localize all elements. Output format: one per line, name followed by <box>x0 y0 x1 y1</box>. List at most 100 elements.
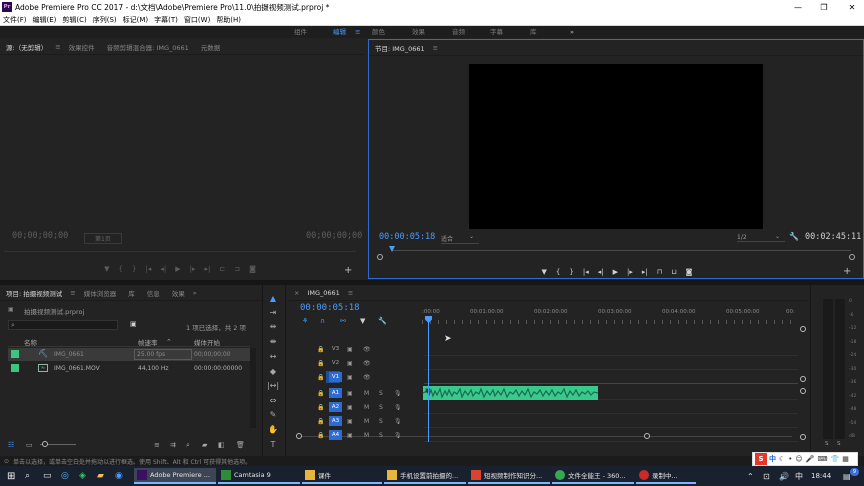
close-button[interactable]: ✕ <box>840 0 864 14</box>
program-play-icon[interactable]: ▶ <box>613 268 618 276</box>
sogou-logo-icon[interactable]: S <box>755 453 767 465</box>
timeline-close-icon[interactable]: × <box>288 289 301 297</box>
go-to-out-icon[interactable]: ▸| <box>204 265 210 273</box>
type-tool-icon[interactable]: T <box>266 438 280 450</box>
mark-in-icon[interactable]: { <box>119 265 123 273</box>
ime-voice-icon[interactable]: 🎤 <box>806 455 815 463</box>
sort-ascending-icon[interactable]: ⌃ <box>166 338 172 346</box>
project-scrollbar[interactable] <box>250 348 256 428</box>
add-button-icon[interactable]: + <box>344 265 352 276</box>
program-step-back-icon[interactable]: ◂| <box>598 268 604 276</box>
column-frame-rate[interactable]: 帧速率 <box>138 337 158 347</box>
selection-tool-icon[interactable]: ▲ <box>266 292 280 304</box>
label-color-swatch[interactable] <box>11 350 19 358</box>
ime-moon-icon[interactable]: ☾ <box>779 455 785 463</box>
pen-tool-icon[interactable]: ✎ <box>266 408 280 420</box>
meter-solo-left-button[interactable]: S <box>825 441 829 447</box>
sync-lock-icon[interactable]: ▣ <box>347 374 353 381</box>
tab-program[interactable]: 节目: IMG_0661 <box>369 43 431 53</box>
lock-icon[interactable]: 🔒 <box>314 360 328 367</box>
browser-icon[interactable]: ◎ <box>58 468 72 484</box>
label-color-swatch[interactable] <box>11 364 19 372</box>
tab-project[interactable]: 项目: 拍摄视频测试 <box>0 288 68 298</box>
eye-icon[interactable]: 👁 <box>363 360 371 367</box>
ime-skin-icon[interactable]: 👕 <box>831 455 840 463</box>
menu-window[interactable]: 窗口(W) <box>181 15 213 25</box>
taskbar-folder-courseware[interactable]: 课件 <box>302 468 382 484</box>
program-mark-out-icon[interactable]: } <box>569 268 573 276</box>
rate-stretch-tool-icon[interactable]: ↔ <box>266 350 280 362</box>
tab-source[interactable]: 源:（无剪辑） <box>0 42 53 52</box>
taskbar-premiere[interactable]: Adobe Premiere ... <box>134 468 216 484</box>
search-taskbar-icon[interactable]: ⌕ <box>22 468 33 484</box>
menu-marker[interactable]: 标记(M) <box>120 15 152 25</box>
zoom-right-handle[interactable] <box>849 254 855 260</box>
new-bin-icon[interactable]: ▰ <box>202 441 207 449</box>
snap-icon[interactable]: ∩ <box>320 317 325 325</box>
new-search-bin-icon[interactable]: ▣ <box>130 320 137 328</box>
microphone-icon[interactable]: 🎙 <box>394 390 402 397</box>
taskbar-recording[interactable]: 录制中... <box>636 468 696 484</box>
app-pinned-icon[interactable]: ◈ <box>76 468 89 484</box>
ime-toolbox-icon[interactable]: ▦ <box>842 455 849 463</box>
minimize-button[interactable]: — <box>786 0 810 14</box>
step-forward-icon[interactable]: |▸ <box>190 265 196 273</box>
track-lane[interactable] <box>424 400 798 414</box>
volume-icon[interactable]: 🔊 <box>776 468 792 484</box>
mute-button[interactable]: M <box>364 432 369 439</box>
tab-effects[interactable]: 效果 <box>166 288 191 298</box>
program-export-frame-icon[interactable]: ◙ <box>686 268 693 276</box>
lock-icon[interactable]: 🔒 <box>314 346 328 353</box>
track-target-v2[interactable]: V2 <box>329 358 342 368</box>
program-mark-in-icon[interactable]: { <box>556 268 560 276</box>
resolution-chevron-icon[interactable]: ⌄ <box>775 233 780 240</box>
tab-media-browser[interactable]: 媒体浏览器 <box>78 288 123 298</box>
track-target-a2[interactable]: A2 <box>329 402 342 412</box>
insert-icon[interactable]: ⊏ <box>219 265 225 273</box>
eye-icon[interactable]: 👁 <box>363 374 371 381</box>
solo-button[interactable]: S <box>379 390 383 397</box>
tab-sequence[interactable]: IMG_0661 <box>301 289 345 297</box>
folder-pinned-icon[interactable]: ▰ <box>94 468 107 484</box>
input-method-icon[interactable]: 中 <box>792 468 806 484</box>
add-marker-icon[interactable]: ▼ <box>360 317 365 325</box>
tab-menu-icon[interactable]: ≡ <box>53 43 62 51</box>
track-target-v1[interactable]: V1 <box>329 372 342 382</box>
tab-overflow-icon[interactable]: » <box>191 289 199 297</box>
workspace-effects[interactable]: 效果 <box>412 26 425 38</box>
clock[interactable]: 18:44 <box>808 468 834 484</box>
project-tab-menu-icon[interactable]: ≡ <box>68 289 77 297</box>
microphone-icon[interactable]: 🎙 <box>394 418 402 425</box>
track-lane[interactable] <box>424 356 798 370</box>
audio-vertical-zoom-handle[interactable] <box>800 388 806 394</box>
rolling-edit-tool-icon[interactable]: ⇼ <box>266 335 280 347</box>
delete-icon[interactable]: 🗑 <box>236 441 245 449</box>
video-vertical-zoom-handle-bottom[interactable] <box>800 376 806 382</box>
lift-icon[interactable]: ⊓ <box>657 268 662 276</box>
timeline-settings-wrench-icon[interactable]: 🔧 <box>378 317 387 325</box>
menu-help[interactable]: 帮助(H) <box>213 15 244 25</box>
workspace-libraries[interactable]: 库 <box>530 26 537 38</box>
go-to-in-icon[interactable]: |◂ <box>145 265 151 273</box>
program-scrubber[interactable] <box>375 246 859 260</box>
timeline-timecode[interactable]: 00:00:05:18 <box>300 303 360 313</box>
ime-keyboard-icon[interactable]: ⌨ <box>817 455 827 463</box>
sync-lock-icon[interactable]: ▣ <box>347 390 353 397</box>
sync-lock-icon[interactable]: ▣ <box>347 346 353 353</box>
start-button-icon[interactable]: ⊞ <box>4 468 18 484</box>
mute-button[interactable]: M <box>364 390 369 397</box>
workspace-editing[interactable]: 编辑 <box>333 26 346 38</box>
microphone-icon[interactable]: 🎙 <box>394 404 402 411</box>
workspace-audio[interactable]: 音频 <box>452 26 465 38</box>
taskbar-folder-phone[interactable]: 手机设置前拍摄的... <box>384 468 466 484</box>
solo-button[interactable]: S <box>379 432 383 439</box>
item-name[interactable]: IMG_0661 <box>54 351 84 358</box>
workspace-menu-icon[interactable]: ≡ <box>355 26 360 38</box>
list-view-icon[interactable]: ☷ <box>8 441 14 449</box>
mute-button[interactable]: M <box>364 418 369 425</box>
razor-tool-icon[interactable]: ◆ <box>266 365 280 377</box>
project-row-sequence[interactable]: ⛏ IMG_0661 25.00 fps 00;00;00;00 <box>8 348 250 361</box>
lock-icon[interactable]: 🔒 <box>314 390 328 397</box>
item-name[interactable]: IMG_0661.MOV <box>54 365 100 372</box>
menu-file[interactable]: 文件(F) <box>0 15 30 25</box>
